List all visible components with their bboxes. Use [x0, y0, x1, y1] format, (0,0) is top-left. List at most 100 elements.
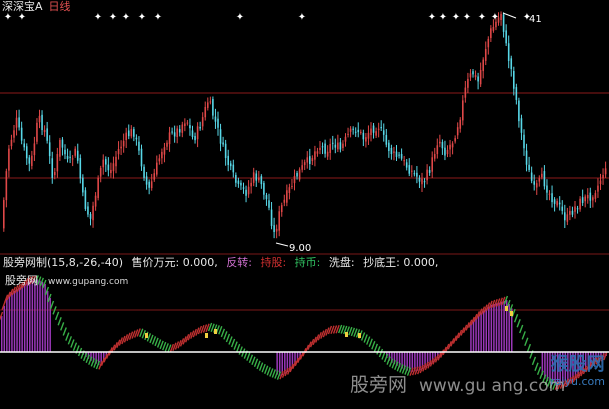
- wave-segment: [62, 327, 67, 336]
- histogram-bar: [6, 298, 8, 352]
- histogram-bar: [480, 312, 482, 352]
- wave-segment: [123, 334, 129, 343]
- signal-marker: [505, 306, 508, 311]
- indicator-item-price: 售价万元: 0.000,: [132, 256, 218, 269]
- histogram-bar: [29, 280, 31, 352]
- stock-chart-window: ✦ ✦ ✦ ✦ ✦ ✦ ✦ ✦ ✦ ✦ ✦ ✦ ✦ ✦ ✦ ✦ 41 9.00 深深宝A 日线 股旁网制(15,8,…: [0, 0, 609, 409]
- wave-segment: [376, 346, 381, 355]
- wave-segment: [325, 327, 330, 336]
- wave-segment: [368, 338, 373, 347]
- signal-marker: [358, 333, 361, 338]
- wave-segment: [218, 326, 223, 335]
- histogram-bar: [49, 297, 51, 352]
- histogram-bar: [503, 300, 505, 352]
- wave-segment: [378, 348, 384, 358]
- wave-segment: [373, 343, 379, 353]
- histogram-bar: [472, 320, 475, 352]
- histogram-bar: [482, 310, 485, 352]
- wave-segment: [174, 341, 180, 350]
- wave-segment: [225, 333, 231, 343]
- wave-segment: [172, 342, 177, 352]
- histogram-bar: [8, 295, 11, 352]
- wave-segment: [156, 339, 162, 348]
- histogram-bar: [498, 302, 500, 352]
- chart-title: 深深宝A 日线: [2, 0, 71, 13]
- wave-segment: [223, 331, 228, 340]
- histogram-bar: [500, 301, 503, 352]
- period-label[interactable]: 日线: [49, 0, 71, 13]
- wave-segment: [177, 340, 182, 349]
- corner-logo-en: raiyu.com: [550, 375, 605, 388]
- wave-segment: [246, 352, 251, 361]
- histogram-bar: [39, 280, 41, 352]
- signal-marker: [510, 311, 513, 316]
- indicator-chart[interactable]: [0, 0, 609, 409]
- indicator-item-cash: 持币:: [294, 256, 321, 269]
- wave-segment: [154, 337, 159, 347]
- histogram-bar: [21, 285, 23, 352]
- histogram-bar: [11, 292, 13, 352]
- histogram-bar: [18, 287, 21, 352]
- wave-segment: [141, 330, 146, 339]
- indicator-watermark: 股旁网 www.gupang.com: [5, 274, 128, 289]
- wave-segment: [271, 369, 277, 378]
- wave-segment: [266, 367, 271, 376]
- wave-segment: [531, 356, 537, 366]
- indicator-item-value: 0.000,: [182, 256, 218, 269]
- histogram-bar: [477, 315, 480, 352]
- bottom-watermark: 股旁网 www.gu ang.com: [350, 374, 565, 397]
- histogram-bar: [1, 316, 3, 352]
- wave-segment: [72, 342, 78, 351]
- wave-segment: [360, 332, 366, 341]
- wave-segment: [70, 339, 75, 348]
- wave-segment: [149, 334, 154, 344]
- wave-segment: [366, 336, 371, 345]
- wave-segment: [190, 330, 195, 339]
- wave-segment: [524, 337, 529, 346]
- indicator-brand: 股旁网: [5, 274, 38, 287]
- wave-segment: [519, 324, 524, 334]
- wave-segment: [126, 332, 131, 342]
- histogram-bar: [41, 281, 44, 352]
- wave-segment: [269, 368, 274, 377]
- wave-segment: [151, 336, 157, 345]
- indicator-item-reversal: 反转:: [226, 256, 252, 269]
- wave-segment: [264, 365, 269, 374]
- wave-segment: [65, 332, 70, 341]
- wave-segment: [256, 360, 261, 370]
- wave-segment: [251, 356, 256, 366]
- indicator-item-label: 抄底王:: [363, 256, 400, 269]
- wave-segment: [253, 358, 259, 368]
- stock-code[interactable]: 深深宝A: [2, 0, 43, 13]
- histogram-bar: [488, 306, 490, 352]
- wave-segment: [164, 343, 169, 352]
- bottom-url: www.gu ang.com: [419, 376, 566, 396]
- wave-segment: [228, 336, 233, 345]
- signal-marker: [205, 333, 208, 338]
- indicator-item-label: 售价万元:: [131, 256, 180, 269]
- wave-segment: [363, 334, 368, 343]
- signal-marker: [145, 333, 148, 338]
- wave-segment: [67, 336, 73, 345]
- wave-segment: [322, 328, 328, 338]
- histogram-bar: [475, 318, 477, 352]
- wave-segment: [526, 343, 532, 353]
- wave-segment: [238, 346, 243, 355]
- wave-segment: [60, 322, 65, 331]
- wave-segment: [195, 327, 200, 336]
- indicator-item-hold: 持股:: [260, 256, 287, 269]
- indicator-legend: 股旁网制(15,8,-26,-40) 售价万元: 0.000, 反转: 持股: …: [3, 256, 443, 269]
- bottom-brand: 股旁网: [350, 374, 408, 396]
- wave-segment: [320, 330, 325, 339]
- histogram-bar: [13, 290, 16, 352]
- indicator-item-bottom: 抄底王: 0.000,: [363, 256, 438, 269]
- histogram-bar: [31, 280, 34, 352]
- indicator-name-params: 股旁网制(15,8,-26,-40): [3, 256, 124, 269]
- histogram-bar: [485, 308, 487, 352]
- signal-marker: [345, 332, 348, 337]
- wave-segment: [57, 317, 62, 326]
- corner-logo-cn: 猴股网: [550, 354, 605, 375]
- histogram-bar: [495, 303, 498, 352]
- wave-segment: [235, 343, 241, 353]
- wave-segment: [192, 328, 197, 338]
